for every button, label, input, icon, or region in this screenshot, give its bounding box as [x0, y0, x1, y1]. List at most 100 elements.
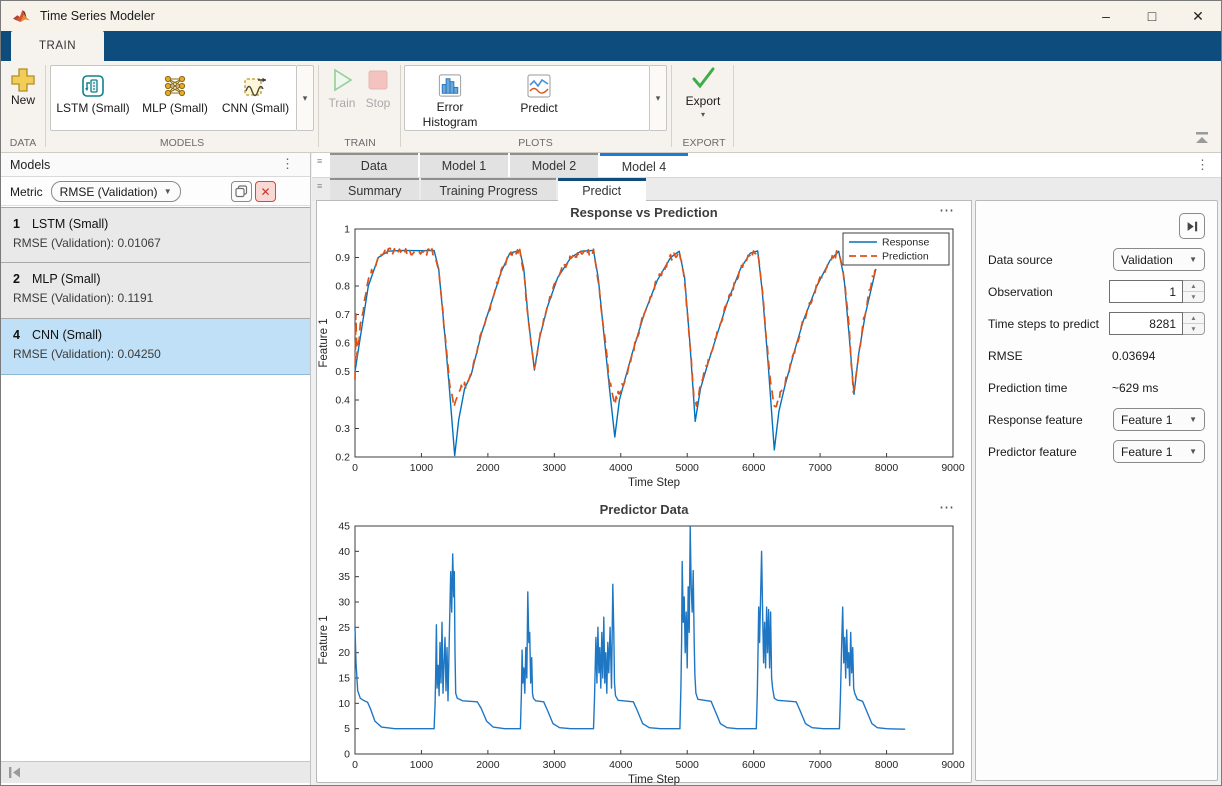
plots-gallery: Error Histogram Predict [404, 65, 650, 131]
models-panel-menu-icon[interactable]: ⋮ [281, 156, 294, 172]
gallery-item-cnn[interactable]: CNN (Small) [215, 66, 296, 130]
stop-button[interactable]: Stop [361, 67, 395, 110]
gallery-item-lstm[interactable]: LSTM (Small) [51, 66, 135, 130]
minimize-button[interactable]: – [1083, 1, 1129, 31]
data-source-dropdown[interactable]: Validation▼ [1113, 248, 1205, 271]
predictor-feature-dropdown[interactable]: Feature 1▼ [1113, 440, 1205, 463]
model-list-item-cnn-small[interactable]: 4CNN (Small)RMSE (Validation): 0.04250 [1, 319, 310, 375]
svg-text:Time Step: Time Step [628, 477, 680, 489]
train-run-icon [329, 67, 355, 93]
svg-text:20: 20 [338, 647, 350, 659]
matlab-logo-icon [13, 9, 30, 24]
chart-options-icon[interactable]: ⋯ [939, 201, 955, 219]
cnn-label: CNN (Small) [222, 101, 289, 115]
detail-rows: Data sourceValidation▼Observation1▲▼Time… [976, 245, 1217, 469]
collapse-panel-right-button[interactable] [1179, 213, 1205, 239]
plots-gallery-dropdown[interactable]: ▾ [650, 65, 667, 131]
detail-row-data-source: Data source Validation▼ [976, 245, 1217, 277]
collapse-panel-left-icon[interactable] [7, 766, 23, 779]
tab-data[interactable]: Data [330, 153, 418, 177]
tab-predict[interactable]: Predict [558, 178, 646, 201]
rmse-value: 0.03694 [1112, 349, 1155, 363]
model-metric: RMSE (Validation): 0.01067 [13, 236, 310, 250]
svg-text:3000: 3000 [543, 759, 567, 771]
delete-model-button[interactable]: ✕ [255, 181, 276, 202]
svg-text:0.9: 0.9 [335, 252, 350, 264]
export-check-icon [689, 65, 717, 91]
time-steps-to-predict-label: Time steps to predict [988, 317, 1099, 331]
dropdown-value: Validation [1121, 253, 1189, 267]
export-button[interactable]: Export ▾ [677, 65, 729, 119]
model-list-item-mlp-small[interactable]: 2MLP (Small)RMSE (Validation): 0.1191 [1, 263, 310, 319]
svg-text:8000: 8000 [875, 462, 899, 474]
prediction-time-label: Prediction time [988, 381, 1067, 395]
rmse-label: RMSE [988, 349, 1023, 363]
collapse-ribbon-icon[interactable] [1193, 131, 1211, 145]
svg-text:7000: 7000 [808, 462, 832, 474]
group-label-data: DATA [1, 137, 45, 149]
time-series-modeler-window: Time Series Modeler – □ ✕ TRAIN New DATA [0, 0, 1222, 786]
svg-text:45: 45 [338, 521, 350, 533]
group-label-export: EXPORT [677, 137, 731, 149]
spinner-up-icon[interactable]: ▲ [1183, 281, 1204, 292]
gallery-item-mlp[interactable]: MLP (Small) [135, 66, 215, 130]
svg-text:0.6: 0.6 [335, 338, 350, 350]
tab-row-grip-icon[interactable]: ≡ [317, 185, 325, 188]
close-button[interactable]: ✕ [1175, 1, 1221, 31]
models-gallery-dropdown[interactable]: ▾ [297, 65, 314, 131]
gallery-item-error-histogram[interactable]: Error Histogram [405, 66, 495, 130]
new-button[interactable]: New [7, 65, 39, 107]
divider [318, 65, 319, 147]
title-bar: Time Series Modeler – □ ✕ [1, 1, 1221, 31]
svg-text:6000: 6000 [742, 462, 766, 474]
spinner-up-icon[interactable]: ▲ [1183, 313, 1204, 324]
models-panel: Models ⋮ Metric RMSE (Validation) ▼ ✕ [1, 153, 311, 786]
tab-model-4[interactable]: Model 4 [600, 153, 688, 177]
train-button[interactable]: Train [325, 67, 359, 110]
spinner-down-icon[interactable]: ▼ [1183, 292, 1204, 302]
document-tabs-menu-icon[interactable]: ⋮ [1196, 157, 1209, 173]
maximize-button[interactable]: □ [1129, 1, 1175, 31]
prediction-details-panel: Data sourceValidation▼Observation1▲▼Time… [975, 200, 1218, 781]
spinner-down-icon[interactable]: ▼ [1183, 324, 1204, 334]
tab-model-2[interactable]: Model 2 [510, 153, 598, 177]
time-steps-to-predict-spinner[interactable]: 8281▲▼ [1109, 312, 1205, 335]
tab-model-1[interactable]: Model 1 [420, 153, 508, 177]
predictor-data-chart[interactable]: 0100020003000400050006000700080009000051… [317, 520, 967, 786]
model-list-item-lstm-small[interactable]: 1LSTM (Small)RMSE (Validation): 0.01067 [1, 207, 310, 263]
tab-row-grip-icon[interactable]: ≡ [317, 160, 325, 163]
gallery-item-predict-plot[interactable]: Predict [495, 66, 583, 130]
error-histogram-label: Error Histogram [411, 100, 489, 130]
response-vs-prediction-chart[interactable]: 01000200030004000500060007000800090000.2… [317, 223, 967, 489]
detail-row-time-steps-to-predict: Time steps to predict 8281▲▼ [976, 309, 1217, 341]
svg-text:25: 25 [338, 622, 350, 634]
ribbon-tab-strip: TRAIN [1, 31, 1221, 61]
metric-dropdown[interactable]: RMSE (Validation) ▼ [51, 181, 181, 202]
export-dropdown-caret: ▾ [677, 110, 729, 119]
chevron-down-icon: ▼ [1189, 447, 1197, 456]
tab-training-progress[interactable]: Training Progress [421, 178, 555, 201]
model-name: LSTM (Small) [32, 217, 108, 231]
delete-x-icon: ✕ [260, 185, 270, 199]
new-button-label: New [7, 93, 39, 107]
ribbon: New DATA LSTM (Small) [1, 61, 1221, 153]
data-source-label: Data source [988, 253, 1053, 267]
observation-spinner[interactable]: 1▲▼ [1109, 280, 1205, 303]
svg-text:9000: 9000 [941, 759, 965, 771]
group-label-models: MODELS [50, 137, 314, 149]
prediction-time-value: ~629 ms [1112, 381, 1158, 395]
svg-text:0.5: 0.5 [335, 366, 350, 378]
tab-train[interactable]: TRAIN [11, 31, 104, 61]
tab-summary[interactable]: Summary [330, 178, 419, 201]
response-feature-dropdown[interactable]: Feature 1▼ [1113, 408, 1205, 431]
chart-options-icon[interactable]: ⋯ [939, 498, 955, 516]
duplicate-model-button[interactable] [231, 181, 252, 202]
spinner-value[interactable]: 8281 [1109, 312, 1183, 335]
divider [45, 65, 46, 147]
svg-text:0.4: 0.4 [335, 395, 350, 407]
svg-text:9000: 9000 [941, 462, 965, 474]
svg-text:0.2: 0.2 [335, 452, 350, 464]
histogram-icon [435, 71, 465, 100]
spinner-value[interactable]: 1 [1109, 280, 1183, 303]
svg-text:4000: 4000 [609, 462, 633, 474]
